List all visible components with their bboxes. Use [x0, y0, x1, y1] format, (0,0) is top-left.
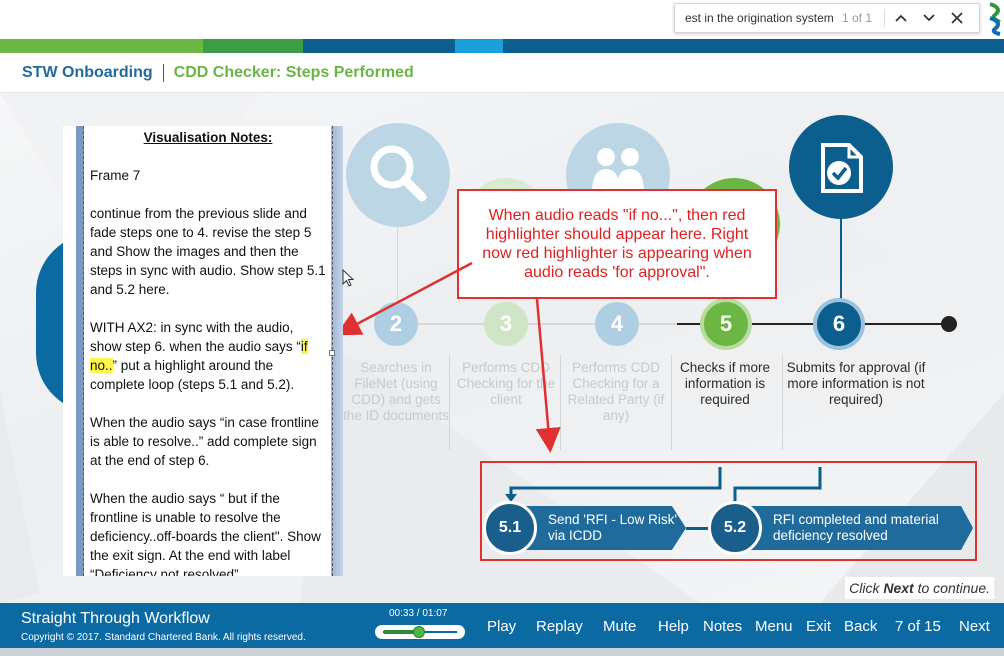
resize-handle[interactable] — [329, 350, 335, 356]
notes-frame-label: Frame 7 — [90, 168, 141, 183]
mute-button[interactable]: Mute — [603, 618, 636, 635]
player-footer: Straight Through Workflow Copyright © 20… — [0, 603, 1004, 648]
substep-5-2-label: RFI completed and material deficiency re… — [773, 512, 939, 543]
menu-button[interactable]: Menu — [755, 618, 793, 635]
click-next-bold: Next — [883, 580, 914, 596]
standard-chartered-logo-icon — [989, 2, 1001, 36]
brand-color-stripe — [0, 39, 1004, 53]
playback-slider[interactable] — [375, 625, 465, 639]
visualisation-notes-panel: Visualisation Notes: Frame 7 continue fr… — [63, 126, 343, 576]
next-button[interactable]: Next — [959, 618, 990, 635]
substep-5-2-number: 5.2 — [708, 501, 762, 555]
substep-5-1-label: Send 'RFI - Low Risk' via ICDD — [548, 512, 677, 543]
find-match-count: 1 of 1 — [842, 11, 873, 25]
header-divider — [162, 63, 164, 82]
find-divider — [884, 9, 885, 27]
find-input[interactable] — [685, 11, 840, 25]
browser-top-area: 1 of 1 — [0, 0, 1004, 40]
play-button[interactable]: Play — [487, 618, 516, 635]
back-button[interactable]: Back — [844, 618, 877, 635]
course-header: STW Onboarding CDD Checker: Steps Perfor… — [0, 53, 1004, 93]
chevron-up-icon[interactable] — [887, 4, 915, 32]
notes-text-frame[interactable]: Visualisation Notes: Frame 7 continue fr… — [83, 126, 333, 576]
notes-p2-after: ” put a highlight around the complete lo… — [90, 358, 295, 392]
click-next-prefix: Click — [849, 580, 884, 596]
page-indicator: 7 of 15 — [895, 618, 941, 635]
find-bar: 1 of 1 — [674, 3, 980, 33]
mouse-cursor-icon — [342, 269, 354, 287]
click-next-hint: Click Next to continue. — [845, 577, 994, 599]
substep-5-2-banner: RFI completed and material deficiency re… — [735, 506, 973, 550]
exit-button[interactable]: Exit — [806, 618, 831, 635]
close-icon[interactable] — [943, 4, 971, 32]
module-title: Straight Through Workflow — [21, 610, 210, 627]
notes-paragraph-4: When the audio says “ but if the frontli… — [90, 491, 321, 576]
notes-paragraph-3: When the audio says “in case frontline i… — [90, 415, 319, 468]
click-next-suffix: to continue. — [913, 580, 990, 596]
notes-title: Visualisation Notes: — [143, 130, 273, 145]
page-title: CDD Checker: Steps Performed — [173, 63, 414, 81]
replay-button[interactable]: Replay — [536, 618, 583, 635]
window-bottom-edge — [0, 648, 1004, 656]
notes-p2-before: WITH AX2: in sync with the audio, show s… — [90, 320, 301, 354]
course-name: STW Onboarding — [22, 63, 153, 81]
notes-button[interactable]: Notes — [703, 618, 742, 635]
chevron-down-icon[interactable] — [915, 4, 943, 32]
notes-paragraph-1: continue from the previous slide and fad… — [90, 206, 326, 297]
playback-time: 00:33 / 01:07 — [389, 608, 448, 619]
slider-knob[interactable] — [413, 626, 426, 638]
slide-content: 2 3 4 5 6 Searches in FileNet (using CDD… — [0, 93, 1004, 603]
substep-5-1-number: 5.1 — [483, 501, 537, 555]
copyright-text: Copyright © 2017. Standard Chartered Ban… — [21, 632, 306, 643]
notes-paragraph-2: WITH AX2: in sync with the audio, show s… — [90, 318, 326, 394]
help-button[interactable]: Help — [658, 618, 689, 635]
